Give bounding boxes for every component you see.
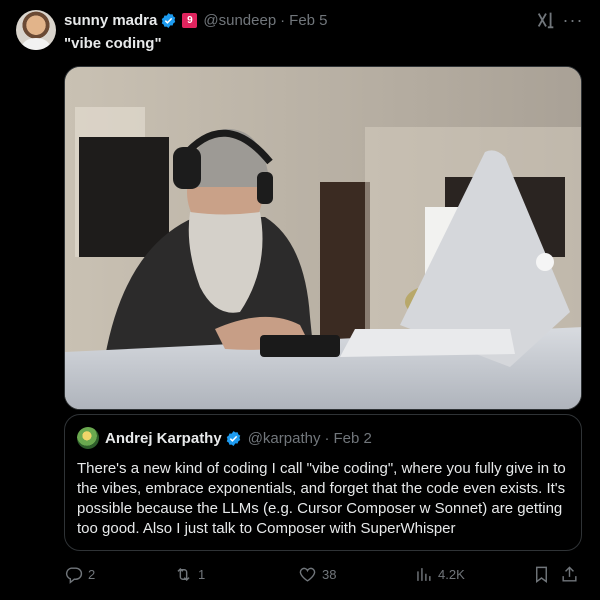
tweet-date[interactable]: Feb 5 <box>289 12 327 29</box>
quoted-text: There's a new kind of coding I call "vib… <box>77 460 566 537</box>
quoted-date[interactable]: Feb 2 <box>333 430 371 447</box>
like-icon <box>299 567 316 582</box>
quoted-tweet[interactable]: Andrej Karpathy @karpathy · Feb 2 There'… <box>64 414 582 551</box>
repost-button[interactable]: 1 <box>174 562 205 586</box>
reply-icon <box>65 566 83 584</box>
verified-icon <box>226 430 240 446</box>
bookmark-button[interactable] <box>532 562 551 586</box>
tweet: sunny madra 9 @sundeep · Feb 5 ··· "vibe… <box>0 0 600 600</box>
author-display-name[interactable]: sunny madra <box>64 12 157 29</box>
verified-icon <box>162 12 176 28</box>
share-button[interactable] <box>560 562 579 586</box>
views-icon <box>417 567 431 581</box>
grok-icon[interactable] <box>535 9 557 31</box>
tweet-photo[interactable] <box>64 66 582 410</box>
quoted-avatar[interactable] <box>77 427 99 449</box>
views-count: 4.2K <box>438 566 465 582</box>
separator-dot: · <box>280 11 286 29</box>
tweet-header: sunny madra 9 @sundeep · Feb 5 <box>64 10 328 30</box>
author-handle[interactable]: @sundeep <box>203 12 276 29</box>
more-icon[interactable]: ··· <box>562 9 584 31</box>
reply-button[interactable]: 2 <box>64 562 95 586</box>
share-icon <box>562 565 577 582</box>
repost-icon <box>177 567 190 581</box>
reply-count: 2 <box>88 566 96 582</box>
like-button[interactable]: 38 <box>298 562 336 586</box>
views-button[interactable]: 4.2K <box>414 562 465 586</box>
quoted-display-name[interactable]: Andrej Karpathy <box>105 430 222 447</box>
action-bar: 2 1 38 4.2K <box>64 562 582 586</box>
quoted-handle[interactable]: @karpathy <box>248 430 321 447</box>
affiliate-badge[interactable]: 9 <box>182 12 198 28</box>
quoted-header: Andrej Karpathy @karpathy · Feb 2 <box>105 428 372 448</box>
photo-man-with-headphones <box>65 67 581 409</box>
separator-dot: · <box>324 429 330 447</box>
repost-count: 1 <box>198 566 206 582</box>
like-count: 38 <box>322 566 337 582</box>
avatar[interactable] <box>16 10 56 50</box>
bookmark-icon <box>536 566 547 583</box>
tweet-text: "vibe coding" <box>64 35 162 52</box>
